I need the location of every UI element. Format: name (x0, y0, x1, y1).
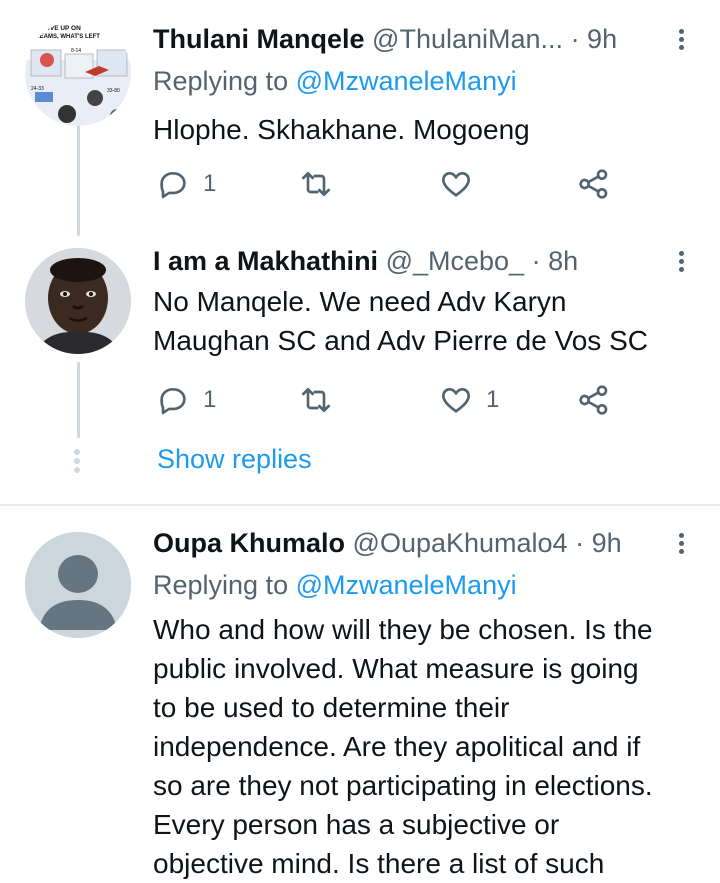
avatar-age-1: 8-14 (71, 48, 81, 54)
reply-button[interactable]: 1 (157, 168, 216, 200)
avatar-headline-2: DREAMS, WHAT'S LEFT (31, 34, 100, 40)
reply-count: 1 (203, 386, 217, 413)
avatar-age-2: 24-33 (31, 86, 44, 92)
avatar-default[interactable] (25, 532, 131, 638)
replying-mention[interactable]: @MzwaneleManyi (296, 570, 517, 600)
reply-count: 1 (203, 170, 217, 197)
tweet-text-line: Every person has a subjective or (153, 809, 560, 840)
avatar-headline-1: GIVE UP ON (43, 25, 81, 32)
replying-mention[interactable]: @MzwaneleManyi (296, 66, 517, 96)
thread-line (77, 362, 80, 438)
like-count: 1 (486, 386, 500, 413)
like-icon (442, 388, 470, 413)
tweet-text-line: independence. Are they apolitical and if (153, 731, 641, 762)
share-icon (579, 385, 608, 415)
tweet-text-line: objective mind. Is there a list of such (153, 848, 605, 879)
show-replies-link[interactable]: Show replies (157, 444, 312, 475)
like-button[interactable] (440, 168, 486, 200)
tweet-header: Oupa Khumalo @OupaKhumalo4 · 9h (153, 528, 622, 559)
avatar-age-3: 33-80 (107, 88, 120, 94)
retweet-button[interactable] (300, 384, 346, 416)
tweet-text-line: so are they not participating in electio… (153, 770, 653, 801)
retweet-icon (302, 172, 330, 196)
divider (0, 504, 720, 506)
tweet-time[interactable]: · 9h (571, 24, 618, 54)
replying-prefix: Replying to (153, 570, 296, 600)
share-button[interactable] (578, 384, 610, 416)
retweet-button[interactable] (300, 168, 346, 200)
tweet-text-line: public involved. What measure is going (153, 653, 639, 684)
tweet-time[interactable]: · 9h (575, 528, 622, 558)
tweet-text: Hlophe. Skhakhane. Mogoeng (153, 114, 530, 145)
retweet-icon (302, 388, 330, 412)
tweet-time[interactable]: · 8h (532, 246, 579, 276)
reply-icon (160, 172, 186, 199)
tweet-text: No Manqele. We need Adv Karyn Maughan SC… (153, 282, 648, 360)
author-name[interactable]: Oupa Khumalo (153, 528, 345, 558)
tweet-text-line: No Manqele. We need Adv Karyn (153, 286, 567, 317)
more-options-icon[interactable] (670, 530, 692, 560)
more-options-icon[interactable] (670, 248, 692, 278)
tweet-header: I am a Makhathini @_Mcebo_ · 8h (153, 246, 578, 277)
avatar-makhathini[interactable] (25, 248, 131, 354)
like-button[interactable]: 1 (440, 384, 499, 416)
tweet-text-line: to be used to determine their (153, 692, 510, 723)
thread-ellipsis (74, 446, 80, 476)
author-handle[interactable]: @ThulaniMan... (372, 24, 563, 54)
like-icon (442, 172, 470, 197)
reply-icon (160, 388, 186, 415)
thread-line (77, 124, 80, 236)
more-options-icon[interactable] (670, 26, 692, 56)
share-icon (579, 169, 608, 199)
reply-button[interactable]: 1 (157, 384, 216, 416)
replying-to: Replying to @MzwaneleManyi (153, 570, 517, 601)
author-handle[interactable]: @OupaKhumalo4 (353, 528, 568, 558)
replying-prefix: Replying to (153, 66, 296, 96)
tweet-text: Who and how will they be chosen. Is the … (153, 610, 653, 883)
tweet-text-line: Who and how will they be chosen. Is the (153, 614, 653, 645)
tweet-header: Thulani Manqele @ThulaniMan... · 9h (153, 24, 617, 55)
author-name[interactable]: I am a Makhathini (153, 246, 378, 276)
share-button[interactable] (578, 168, 610, 200)
author-name[interactable]: Thulani Manqele (153, 24, 365, 54)
replying-to: Replying to @MzwaneleManyi (153, 66, 517, 97)
tweet-text-line: Maughan SC and Adv Pierre de Vos SC (153, 325, 648, 356)
avatar-thulani[interactable]: GIVE UP ON DREAMS, WHAT'S LEFT 8-14 24-3… (25, 20, 131, 126)
author-handle[interactable]: @_Mcebo_ (386, 246, 524, 276)
